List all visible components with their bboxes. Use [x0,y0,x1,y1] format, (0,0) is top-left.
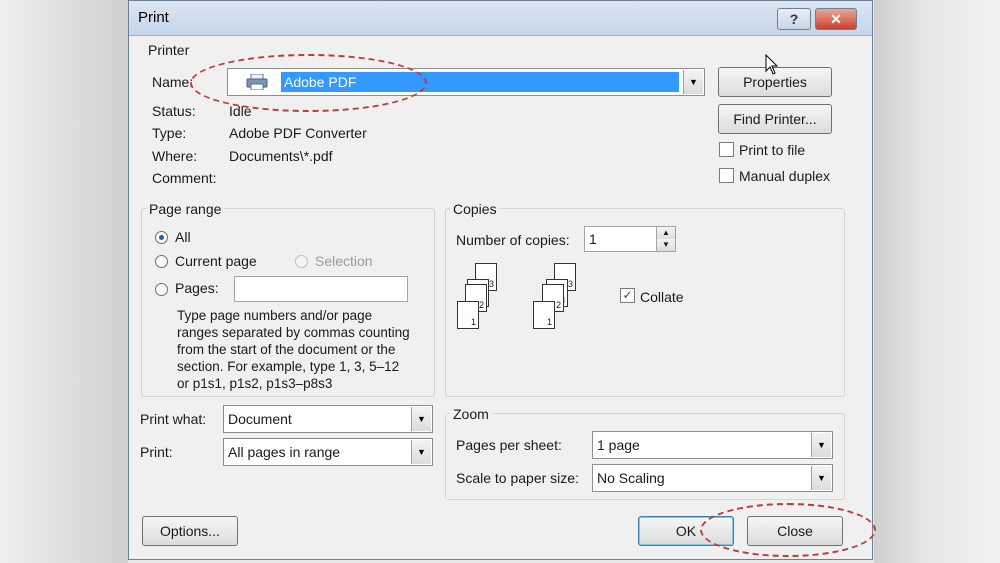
find-printer-button[interactable]: Find Printer... [718,104,832,134]
page-range-help: Type page numbers and/or page ranges sep… [177,307,429,392]
zoom-title: Zoom [450,406,492,422]
pages-per-sheet-label: Pages per sheet: [456,437,562,453]
close-window-icon[interactable]: ✕ [815,8,857,30]
print-value: All pages in range [228,444,341,460]
print-label: Print: [140,444,173,460]
print-what-value: Document [228,411,292,427]
current-page-label: Current page [175,253,257,269]
chevron-down-icon[interactable]: ▼ [411,407,431,431]
selection-label: Selection [315,253,373,269]
type-value: Adobe PDF Converter [229,125,367,141]
current-page-radio[interactable] [155,255,168,268]
help-line: section. For example, type 1, 3, 5–12 [177,359,400,374]
spin-up-icon[interactable]: ▲ [656,227,675,239]
annotation-ellipse-close [700,503,876,557]
title-bar: Print ? ✕ [129,1,872,36]
number-of-copies-label: Number of copies: [456,232,570,248]
copies-spinner[interactable]: 1 ▲ ▼ [584,226,676,252]
page-range-title: Page range [146,201,225,217]
comment-label: Comment: [152,170,217,186]
copies-value: 1 [589,231,597,247]
background-left [0,0,128,563]
print-to-file-label: Print to file [739,142,806,158]
chevron-down-icon[interactable]: ▼ [411,440,431,464]
copies-title: Copies [450,201,500,217]
annotation-ellipse-printer [190,54,427,112]
chevron-down-icon[interactable]: ▼ [811,466,831,490]
pages-radio[interactable] [155,283,168,296]
print-to-file-checkbox[interactable] [719,142,734,157]
help-icon[interactable]: ? [777,8,811,30]
selection-radio [295,255,308,268]
scale-label: Scale to paper size: [456,470,579,486]
help-line: Type page numbers and/or page [177,308,373,323]
help-line: from the start of the document or the [177,342,396,357]
print-what-label: Print what: [140,411,207,427]
status-label: Status: [152,103,196,119]
manual-duplex-label: Manual duplex [739,168,831,184]
all-pages-radio[interactable] [155,231,168,244]
print-what-select[interactable]: Document ▼ [223,405,433,433]
options-button[interactable]: Options... [142,516,238,546]
page-icon: 1 [533,301,555,329]
pages-per-sheet-select[interactable]: 1 page ▼ [592,431,833,459]
manual-duplex-checkbox[interactable] [719,168,734,183]
type-label: Type: [152,125,187,141]
print-select[interactable]: All pages in range ▼ [223,438,433,466]
scale-value: No Scaling [597,470,665,486]
where-value: Documents\*.pdf [229,148,333,164]
chevron-down-icon[interactable]: ▼ [683,70,703,94]
all-pages-label: All [175,229,191,245]
chevron-down-icon[interactable]: ▼ [811,433,831,457]
printer-group-title: Printer [148,42,190,58]
spin-down-icon[interactable]: ▼ [656,239,675,251]
pages-input[interactable] [234,276,408,302]
collate-checkbox[interactable]: ✓ [620,288,635,303]
page-icon: 1 [457,301,479,329]
cursor-icon [765,54,779,75]
background-right [874,0,1000,563]
pages-per-sheet-value: 1 page [597,437,640,453]
where-label: Where: [152,148,198,164]
scale-select[interactable]: No Scaling ▼ [592,464,833,492]
help-line: or p1s1, p1s2, p1s3–p8s3 [177,376,333,391]
pages-label: Pages: [175,280,219,296]
printer-name-label: Name: [152,74,194,90]
help-line: ranges separated by commas counting [177,325,410,340]
window-title: Print [138,9,169,26]
collate-label: Collate [640,289,684,305]
